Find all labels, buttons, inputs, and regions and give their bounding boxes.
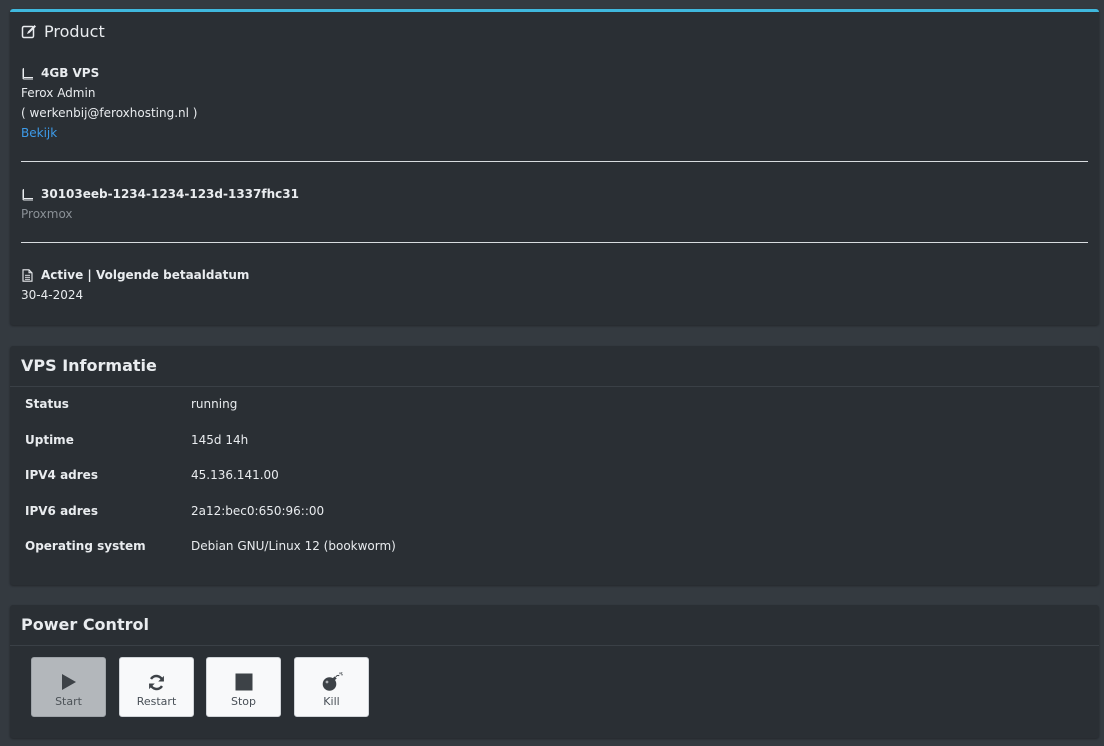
book-icon: [22, 188, 33, 200]
billing-status: Active | Volgende betaaldatum: [41, 268, 250, 282]
info-label: Operating system: [25, 539, 146, 553]
start-label: Start: [55, 695, 82, 708]
vps-info-header: VPS Informatie: [10, 346, 1099, 387]
info-value: 145d 14h: [191, 433, 249, 447]
kill-button[interactable]: Kill: [294, 657, 369, 717]
power-control-header: Power Control: [10, 605, 1099, 646]
plan-email: ( werkenbij@feroxhosting.nl ): [21, 106, 198, 120]
plan-block: 4GB VPS Ferox Admin ( werkenbij@feroxhos…: [21, 63, 197, 143]
refresh-icon: [149, 674, 164, 690]
info-label: IPV6 adres: [25, 504, 98, 518]
divider: [21, 242, 1088, 243]
service-id: 30103eeb-1234-1234-123d-1337fhc31: [41, 187, 299, 201]
bomb-icon: [322, 672, 343, 691]
product-card: Product 4GB VPS Ferox Admin ( werkenbij@…: [10, 9, 1099, 325]
stop-button[interactable]: Stop: [206, 657, 281, 717]
edit-icon: [21, 24, 36, 38]
start-button[interactable]: Start: [31, 657, 106, 717]
kill-label: Kill: [323, 695, 340, 708]
billing-date: 30-4-2024: [21, 288, 84, 302]
info-value: running: [191, 397, 238, 411]
info-value: Debian GNU/Linux 12 (bookworm): [191, 539, 396, 553]
vps-info-card: VPS Informatie Status running Uptime 145…: [10, 346, 1099, 585]
document-icon: [22, 268, 33, 282]
info-value: 2a12:bec0:650:96::00: [191, 504, 325, 518]
info-label: Status: [25, 397, 69, 411]
service-type: Proxmox: [21, 207, 73, 221]
billing-block: Active | Volgende betaaldatum 30-4-2024: [21, 265, 249, 305]
restart-button[interactable]: Restart: [119, 657, 194, 717]
power-control-title: Power Control: [21, 615, 149, 634]
play-icon: [61, 674, 76, 690]
info-value: 45.136.141.00: [191, 468, 279, 482]
stop-icon: [235, 673, 252, 691]
plan-owner: Ferox Admin: [21, 86, 96, 100]
stop-label: Stop: [230, 695, 256, 708]
info-label: Uptime: [25, 433, 74, 447]
book-icon: [22, 67, 33, 79]
vps-info-title: VPS Informatie: [21, 356, 157, 375]
plan-name: 4GB VPS: [41, 66, 100, 80]
product-header: Product: [21, 22, 105, 41]
product-title: Product: [44, 22, 105, 41]
restart-label: Restart: [136, 695, 177, 708]
power-control-card: Power Control Start Restart Stop Kill: [10, 605, 1099, 738]
view-link[interactable]: Bekijk: [21, 126, 57, 140]
info-label: IPV4 adres: [25, 468, 98, 482]
service-block: 30103eeb-1234-1234-123d-1337fhc31 Proxmo…: [21, 184, 299, 224]
divider: [21, 161, 1088, 162]
